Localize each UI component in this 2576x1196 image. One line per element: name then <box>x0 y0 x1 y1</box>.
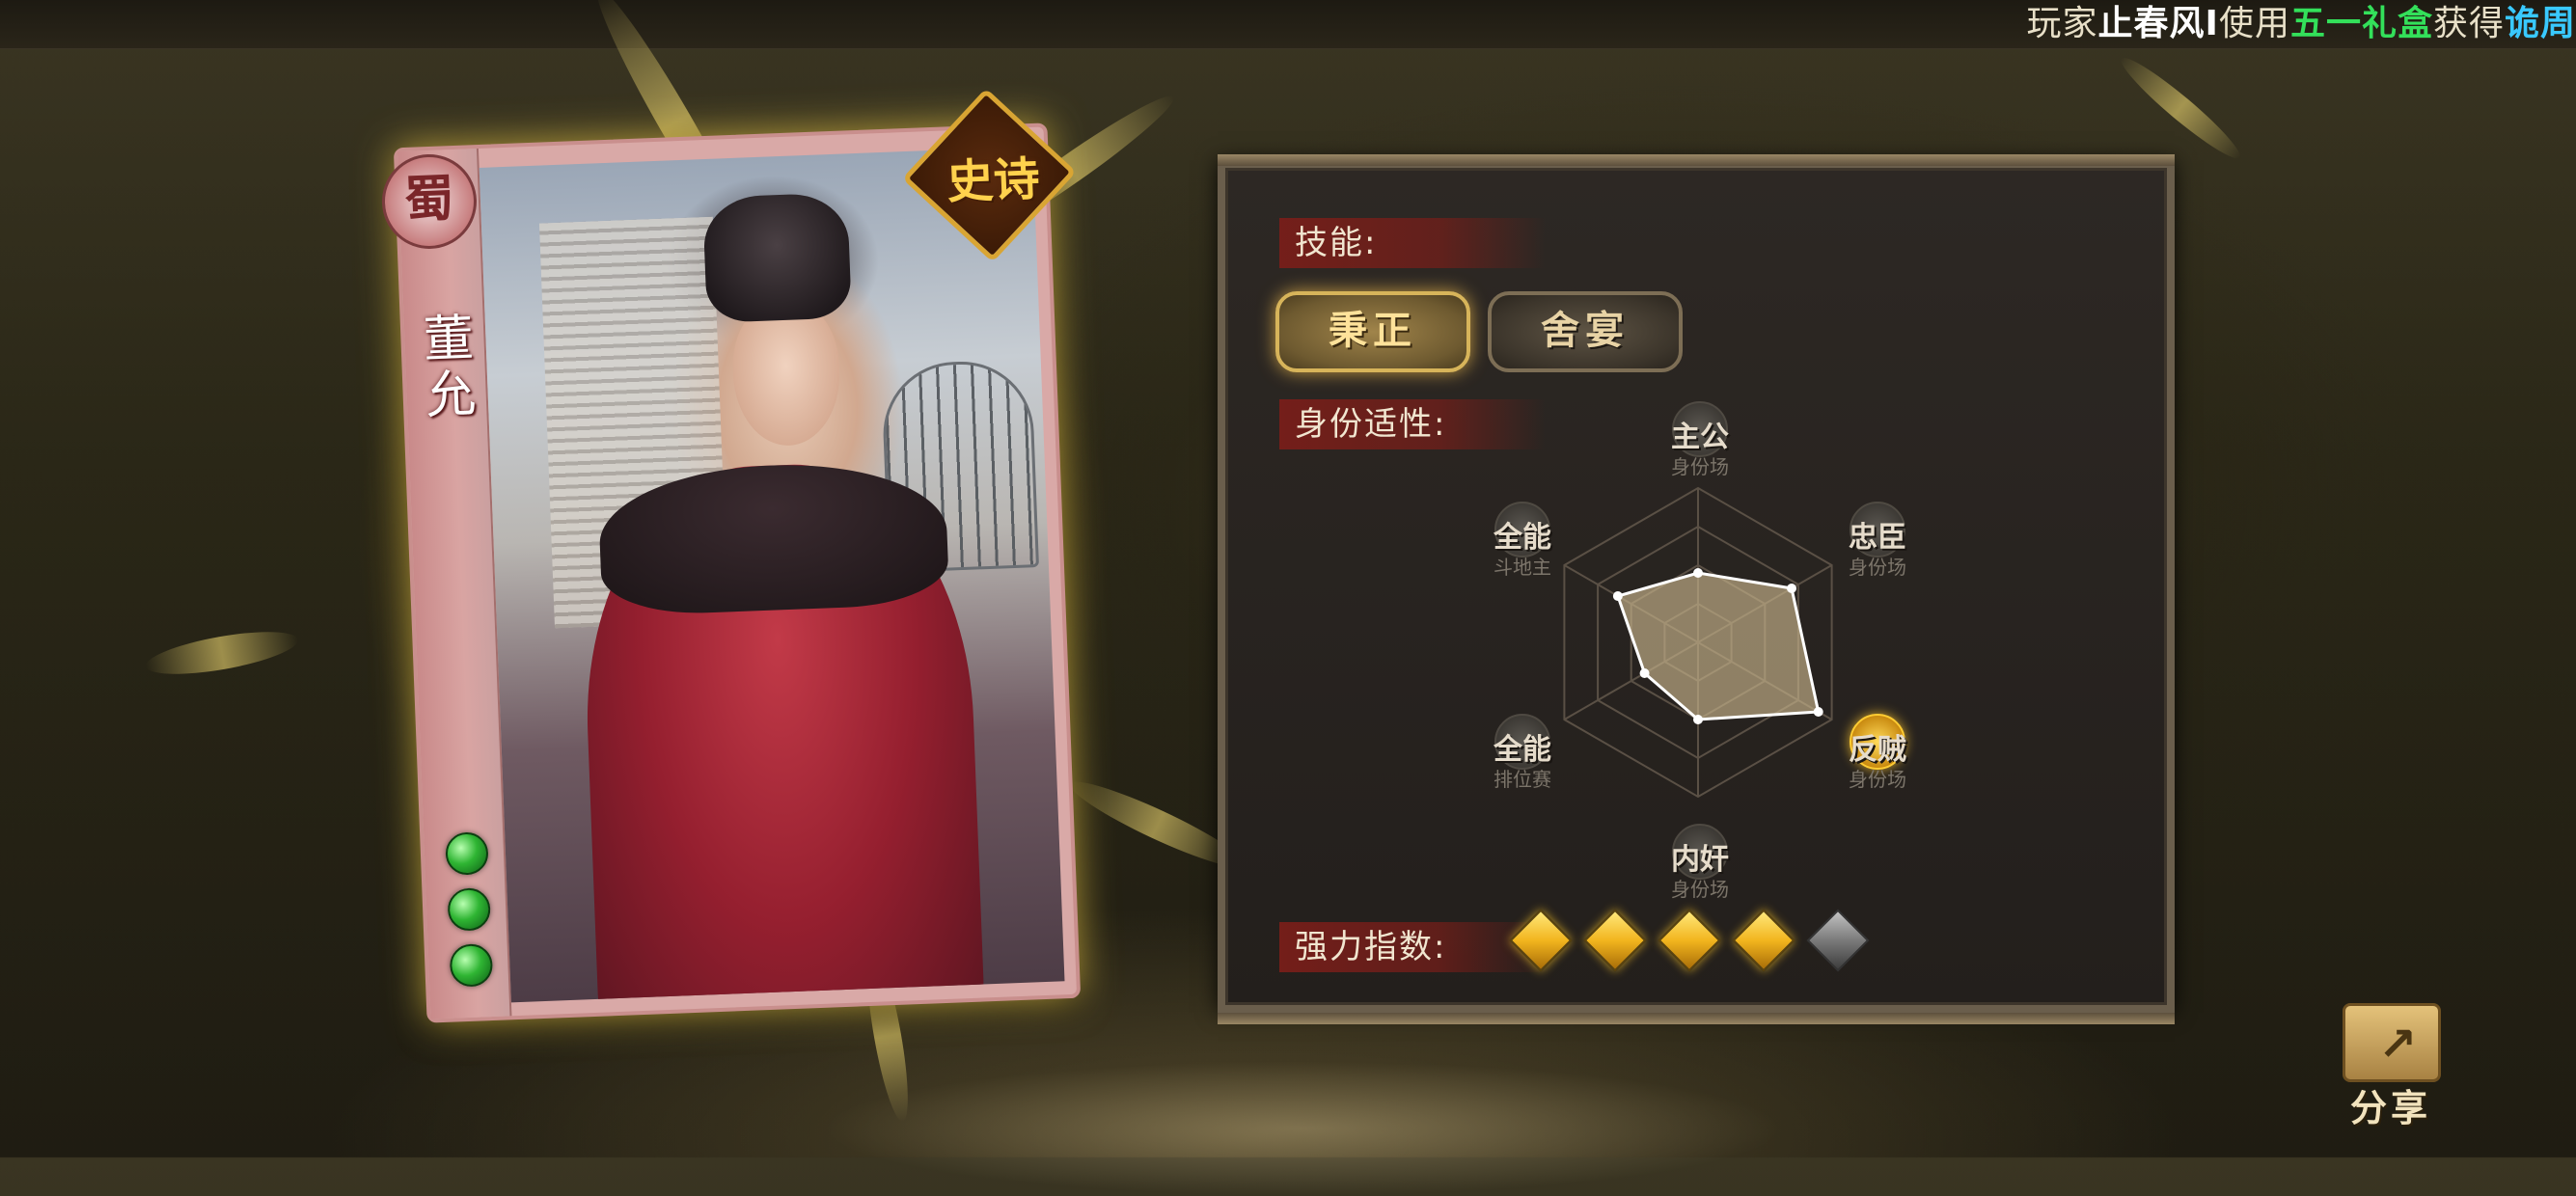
share-button[interactable]: ↗ 分享 <box>2333 999 2449 1129</box>
role-lord-mode: 身份场 <box>1671 455 1729 478</box>
radar-value-polygon <box>1615 571 1821 721</box>
radar-point <box>1786 584 1796 593</box>
radar-point <box>1693 568 1703 578</box>
share-icon: ↗ <box>2343 1003 2441 1082</box>
role-allround-landlord-name: 全能 <box>1494 521 1551 555</box>
role-rebel: 反贼 身份场 <box>1820 714 1935 792</box>
hero-name: 董允 <box>413 311 476 425</box>
light-ray <box>2114 49 2247 167</box>
broadcast-prefix: 玩家 <box>2026 4 2098 43</box>
hero-hat <box>702 192 852 323</box>
power-index-label: 强力指数: <box>1279 922 1546 972</box>
role-rebel-name: 反贼 <box>1849 733 1906 767</box>
role-allround-ranked-name: 全能 <box>1494 733 1551 767</box>
radar-point <box>1693 715 1703 724</box>
role-lord: 主公 身份场 <box>1642 401 1758 479</box>
role-loyalist-mode: 身份场 <box>1849 556 1906 579</box>
role-allround-ranked-mode: 排位赛 <box>1494 768 1551 791</box>
hero-info-panel: 技能: 秉正 舍宴 身份适性: 主公 身份场 忠臣 身份场 反贼 身份场 内奸 … <box>1218 154 2175 1024</box>
radar-point <box>1612 591 1623 601</box>
role-spy-name: 内奸 <box>1671 843 1729 877</box>
floor-glow <box>820 1061 1785 1196</box>
broadcast-player-name: 止春风I <box>2097 4 2219 43</box>
radar-point <box>1639 668 1650 678</box>
role-lord-name: 主公 <box>1671 421 1729 454</box>
role-spy: 内奸 身份场 <box>1642 824 1758 902</box>
role-allround-landlord-mode: 斗地主 <box>1494 556 1551 579</box>
hero-portrait <box>479 146 1065 1003</box>
broadcast-message: 玩家止春风I使用五一礼盒获得诡周 <box>2027 2 2576 46</box>
broadcast-item-name: 五一礼盒 <box>2289 4 2433 43</box>
hero-card[interactable]: 蜀 董允 史诗 <box>380 88 1082 1023</box>
role-loyalist-name: 忠臣 <box>1849 521 1906 555</box>
role-spy-mode: 身份场 <box>1671 878 1729 901</box>
light-ray <box>143 623 301 683</box>
role-allround-ranked: 全能 排位赛 <box>1465 714 1580 792</box>
role-loyalist: 忠臣 身份场 <box>1820 502 1935 580</box>
role-rebel-mode: 身份场 <box>1849 768 1906 791</box>
share-label: 分享 <box>2349 1086 2431 1129</box>
broadcast-result: 获得 <box>2432 4 2505 43</box>
broadcast-card-name: 诡周 <box>2504 4 2576 43</box>
role-allround-landlord: 全能 斗地主 <box>1465 502 1580 580</box>
broadcast-banner: 玩家止春风I使用五一礼盒获得诡周 <box>0 0 2576 49</box>
rarity-label: 史诗 <box>945 151 1041 210</box>
broadcast-verb: 使用 <box>2218 4 2290 43</box>
